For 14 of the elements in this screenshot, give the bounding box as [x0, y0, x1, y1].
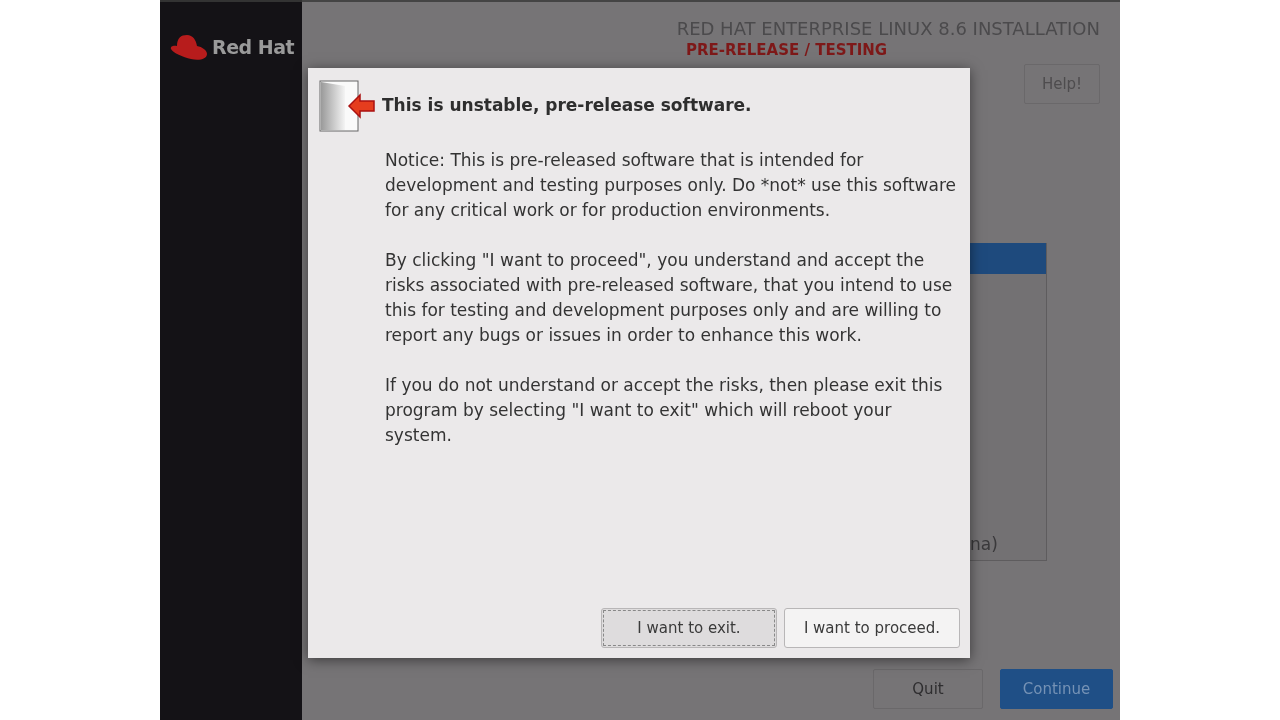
notice-paragraph: If you do not understand or accept the risks, then please exit this program by selecting "I want to exit" which will reboot your system.: [385, 374, 944, 447]
exit-door-icon: [319, 80, 377, 132]
continue-button[interactable]: Continue: [1000, 669, 1113, 709]
list-row[interactable]: [970, 243, 1046, 274]
proceed-button[interactable]: I want to proceed.: [784, 608, 960, 648]
dialog-title: This is unstable, pre-release software.: [382, 94, 752, 118]
quit-button[interactable]: Quit: [873, 669, 983, 709]
exit-button[interactable]: I want to exit.: [601, 608, 777, 648]
installer-subtitle: PRE-RELEASE / TESTING: [686, 40, 888, 60]
notice-paragraph: By clicking "I want to proceed", you understand and accept the risks associated with pre-released software, that you intend to use this for testing and development purposes only and are willing to report any bugs or issues in order to enhance this work.: [385, 249, 954, 347]
notice-paragraph: Notice: This is pre-released software that is intended for development and testing purposes only. Do *not* use this software for any critical work or for production environments.: [385, 149, 957, 222]
list-row[interactable]: na): [970, 529, 1046, 560]
logo-text: Red Hat: [212, 34, 295, 60]
hat-logo-icon: [169, 32, 209, 62]
